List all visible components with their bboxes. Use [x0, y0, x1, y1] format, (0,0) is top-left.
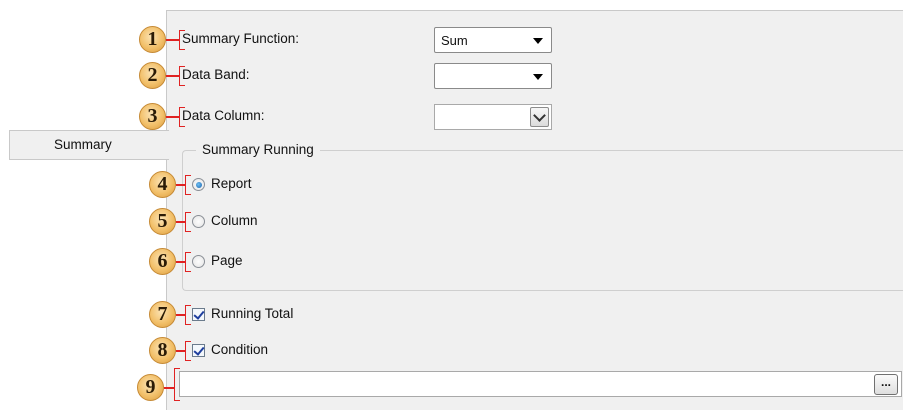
page-label: Page	[211, 253, 243, 268]
condition-expression-input[interactable]	[179, 371, 902, 397]
callout-leader	[176, 261, 185, 263]
data-column-select[interactable]	[434, 104, 552, 130]
callout-bracket	[185, 305, 191, 325]
check-icon	[193, 308, 205, 320]
running-total-checkbox[interactable]	[192, 308, 205, 321]
chevron-down-icon	[533, 38, 543, 44]
callout-badge: 6	[149, 248, 176, 275]
data-band-select[interactable]	[434, 63, 552, 89]
callout-leader	[166, 75, 179, 77]
condition-label: Condition	[211, 342, 269, 357]
callout-badge: 8	[149, 337, 176, 364]
callout-leader	[176, 314, 185, 316]
chevron-down-icon	[533, 74, 543, 80]
callout-leader	[176, 350, 185, 352]
chevron-down-icon	[533, 109, 546, 122]
callout-badge: 4	[149, 171, 176, 198]
callout-badge: 1	[139, 26, 166, 53]
report-label: Report	[211, 176, 252, 191]
summary-running-group	[182, 150, 903, 291]
report-radio[interactable]	[192, 178, 205, 191]
callout-leader	[166, 116, 179, 118]
callout-badge: 2	[139, 62, 166, 89]
check-icon	[193, 344, 205, 356]
column-radio[interactable]	[192, 215, 205, 228]
callout-leader	[176, 221, 185, 223]
callout-badge: 5	[149, 208, 176, 235]
summary-function-label: Summary Function:	[182, 31, 300, 46]
page-radio[interactable]	[192, 255, 205, 268]
callout-bracket	[185, 212, 191, 232]
data-band-label: Data Band:	[182, 67, 250, 82]
running-total-label: Running Total	[211, 306, 294, 321]
condition-checkbox[interactable]	[192, 344, 205, 357]
callout-bracket	[185, 175, 191, 195]
summary-function-select[interactable]: Sum	[434, 27, 552, 53]
summary-running-legend: Summary Running	[196, 142, 320, 157]
ellipsis-icon[interactable]: ...	[874, 374, 898, 395]
callout-badge: 7	[149, 301, 176, 328]
data-column-dropdown-button[interactable]	[530, 107, 549, 127]
callout-bracket	[185, 341, 191, 361]
callout-bracket	[185, 252, 191, 272]
callout-leader	[166, 39, 179, 41]
data-column-label: Data Column:	[182, 108, 265, 123]
callout-badge: 3	[139, 103, 166, 130]
column-label: Column	[211, 213, 258, 228]
callout-leader	[176, 184, 185, 186]
tab-summary[interactable]: Summary	[9, 130, 169, 160]
callout-leader	[164, 387, 174, 389]
callout-badge: 9	[137, 374, 164, 401]
summary-function-value: Sum	[441, 33, 468, 48]
